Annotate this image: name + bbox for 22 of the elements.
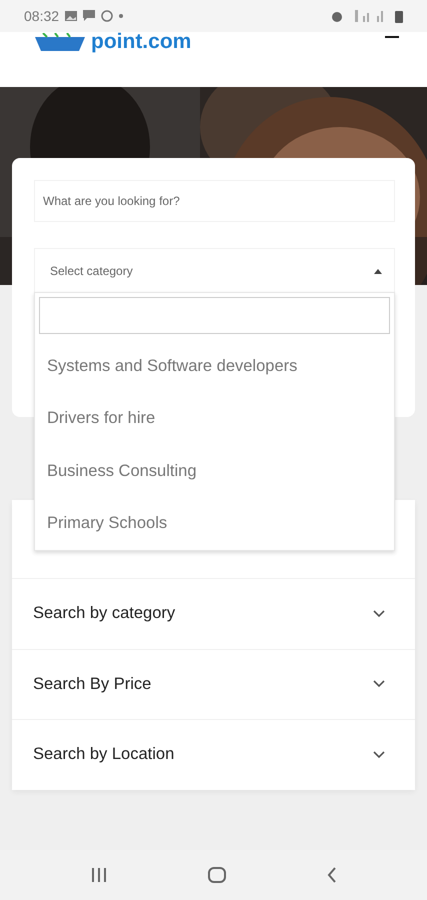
dropdown-option[interactable]: Primary Schools	[39, 498, 390, 550]
logo-icon	[35, 33, 85, 51]
status-time: 08:32	[24, 8, 60, 24]
dropdown-option[interactable]: Business Consulting	[39, 445, 390, 498]
recent-apps-icon[interactable]	[90, 868, 106, 882]
logo-text: point.com	[91, 30, 192, 54]
filter-label: Search by Location	[33, 745, 174, 764]
filter-row[interactable]: Search By Price	[12, 648, 415, 719]
battery-icon	[395, 10, 403, 22]
filter-label: Search by category	[33, 604, 176, 624]
dropdown-option[interactable]: Drivers for hire	[39, 392, 390, 445]
filter-row[interactable]: Search by Location	[12, 719, 415, 790]
message-icon	[83, 10, 96, 22]
filter-row[interactable]: Search by category	[12, 578, 415, 648]
home-icon[interactable]	[208, 867, 226, 883]
image-icon	[65, 11, 78, 21]
dropdown-option[interactable]: Systems and Software developers	[39, 340, 390, 392]
dot-icon	[119, 14, 124, 18]
back-icon[interactable]	[326, 867, 336, 883]
dropdown-search-field[interactable]	[39, 297, 390, 334]
search-field[interactable]: What are you looking for?	[34, 180, 395, 222]
filter-label: Search By Price	[33, 674, 152, 694]
